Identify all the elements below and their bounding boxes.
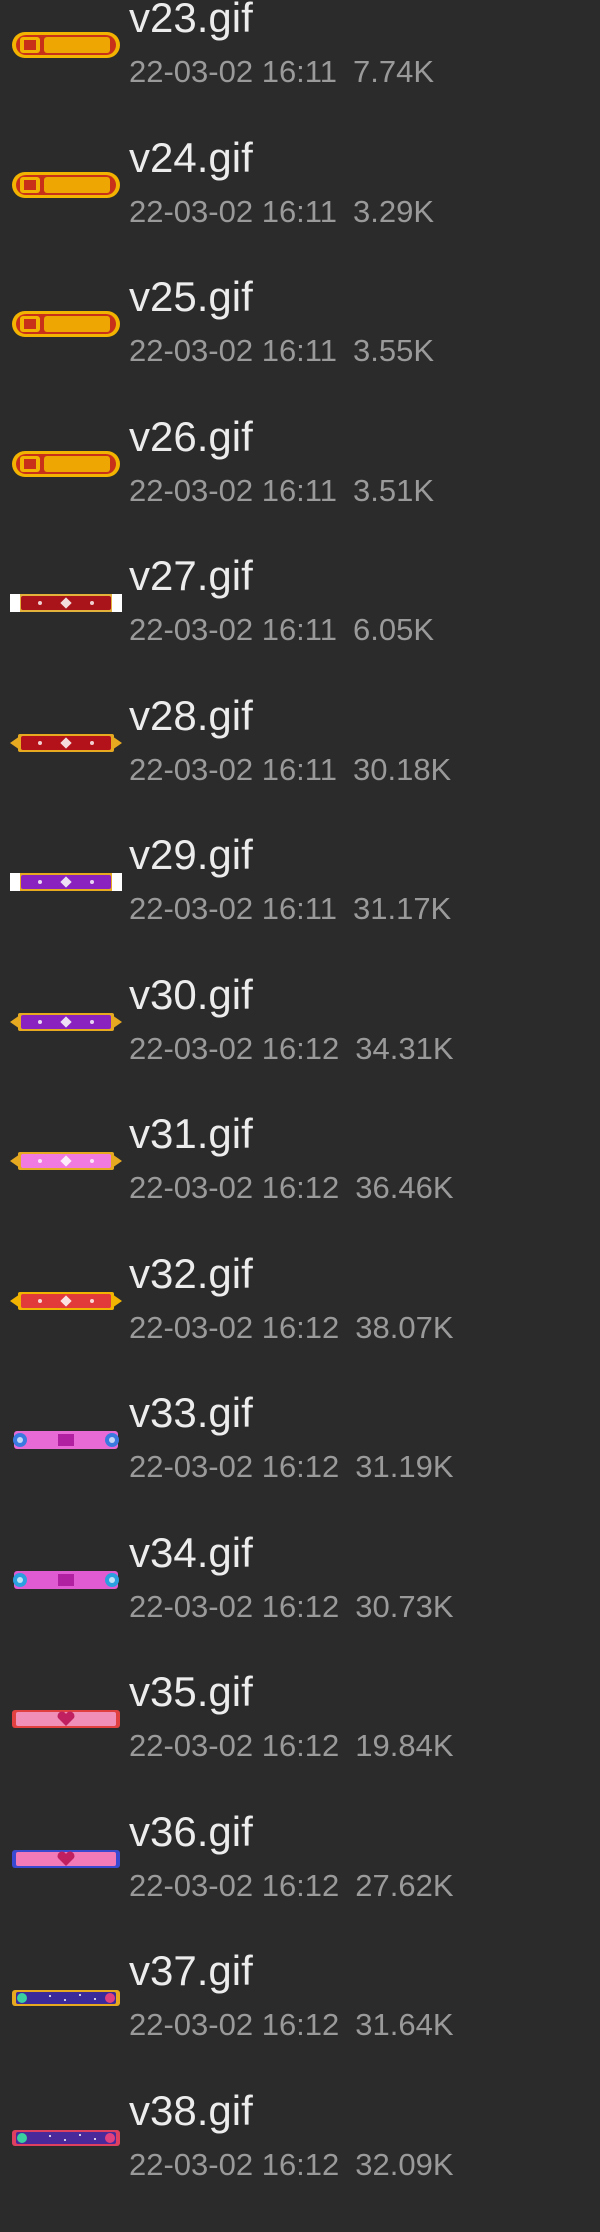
file-size: 7.74K [353,54,434,89]
file-date: 22-03-02 16:12 [129,1868,339,1903]
file-meta: 22-03-02 16:11 3.51K [129,473,434,509]
file-date: 22-03-02 16:12 [129,1031,339,1066]
file-meta: 22-03-02 16:12 30.73K [129,1589,454,1625]
file-meta: 22-03-02 16:12 31.64K [129,2007,454,2043]
file-row[interactable]: v29.gif22-03-02 16:1131.17K [0,837,600,977]
file-size: 30.18K [353,752,451,787]
file-meta: 22-03-02 16:11 30.18K [129,752,451,788]
file-date: 22-03-02 16:11 [129,612,337,647]
file-meta: 22-03-02 16:12 27.62K [129,1868,454,1904]
file-meta: 22-03-02 16:12 31.19K [129,1449,454,1485]
file-date: 22-03-02 16:11 [129,54,337,89]
gif-thumbnail [10,867,122,897]
file-name: v26.gif [129,413,253,461]
file-row[interactable]: v36.gif22-03-02 16:1227.62K [0,1814,600,1954]
file-name: v36.gif [129,1808,253,1856]
file-date: 22-03-02 16:11 [129,891,337,926]
file-size: 31.64K [355,2007,453,2042]
file-name: v31.gif [129,1110,253,1158]
file-meta: 22-03-02 16:11 3.55K [129,333,434,369]
file-name: v34.gif [129,1529,253,1577]
gif-thumbnail [10,309,122,339]
file-meta: 22-03-02 16:12 19.84K [129,1728,454,1764]
file-name: v37.gif [129,1947,253,1995]
gif-thumbnail [10,2123,122,2153]
gif-thumbnail [10,1565,122,1595]
file-size: 30.73K [355,1589,453,1624]
file-row[interactable]: v37.gif22-03-02 16:1231.64K [0,1953,600,2093]
file-meta: 22-03-02 16:11 7.74K [129,54,434,90]
file-date: 22-03-02 16:12 [129,1449,339,1484]
file-meta: 22-03-02 16:12 38.07K [129,1310,454,1346]
file-size: 31.17K [353,891,451,926]
file-row[interactable]: v38.gif22-03-02 16:1232.09K [0,2093,600,2232]
file-name: v30.gif [129,971,253,1019]
gif-thumbnail [10,588,122,618]
file-row[interactable]: v34.gif22-03-02 16:1230.73K [0,1535,600,1675]
file-row[interactable]: v24.gif22-03-02 16:113.29K [0,140,600,280]
file-meta: 22-03-02 16:11 31.17K [129,891,451,927]
file-date: 22-03-02 16:12 [129,1589,339,1624]
file-row[interactable]: v25.gif22-03-02 16:113.55K [0,279,600,419]
file-name: v33.gif [129,1389,253,1437]
file-date: 22-03-02 16:11 [129,333,337,368]
file-size: 31.19K [355,1449,453,1484]
gif-thumbnail [10,1425,122,1455]
file-meta: 22-03-02 16:12 34.31K [129,1031,454,1067]
file-name: v35.gif [129,1668,253,1716]
file-size: 34.31K [355,1031,453,1066]
file-size: 6.05K [353,612,434,647]
file-name: v29.gif [129,831,253,879]
gif-thumbnail [10,1146,122,1176]
gif-thumbnail [10,1286,122,1316]
file-row[interactable]: v31.gif22-03-02 16:1236.46K [0,1116,600,1256]
gif-thumbnail [10,449,122,479]
file-date: 22-03-02 16:11 [129,194,337,229]
file-row[interactable]: v35.gif22-03-02 16:1219.84K [0,1674,600,1814]
file-row[interactable]: v32.gif22-03-02 16:1238.07K [0,1256,600,1396]
file-meta: 22-03-02 16:11 3.29K [129,194,434,230]
gif-thumbnail [10,30,122,60]
gif-thumbnail [10,1844,122,1874]
file-name: v27.gif [129,552,253,600]
file-date: 22-03-02 16:12 [129,1170,339,1205]
file-name: v38.gif [129,2087,253,2135]
file-size: 3.29K [353,194,434,229]
file-name: v25.gif [129,273,253,321]
gif-thumbnail [10,1983,122,2013]
file-size: 36.46K [355,1170,453,1205]
file-row[interactable]: v23.gif 22-03-02 16:11 7.74K [0,0,600,140]
file-date: 22-03-02 16:12 [129,1310,339,1345]
file-date: 22-03-02 16:11 [129,752,337,787]
file-name: v23.gif [129,0,253,42]
file-row[interactable]: v27.gif22-03-02 16:116.05K [0,558,600,698]
file-meta: 22-03-02 16:12 32.09K [129,2147,454,2183]
file-size: 3.51K [353,473,434,508]
file-meta: 22-03-02 16:11 6.05K [129,612,434,648]
gif-thumbnail [10,1704,122,1734]
gif-thumbnail [10,1007,122,1037]
file-date: 22-03-02 16:12 [129,2007,339,2042]
file-size: 38.07K [355,1310,453,1345]
gif-thumbnail [10,170,122,200]
file-size: 19.84K [355,1728,453,1763]
file-name: v32.gif [129,1250,253,1298]
file-size: 3.55K [353,333,434,368]
file-row[interactable]: v33.gif22-03-02 16:1231.19K [0,1395,600,1535]
file-row[interactable]: v26.gif22-03-02 16:113.51K [0,419,600,559]
gif-thumbnail [10,728,122,758]
file-size: 27.62K [355,1868,453,1903]
file-date: 22-03-02 16:12 [129,2147,339,2182]
file-meta: 22-03-02 16:12 36.46K [129,1170,454,1206]
file-size: 32.09K [355,2147,453,2182]
file-date: 22-03-02 16:12 [129,1728,339,1763]
file-row[interactable]: v30.gif22-03-02 16:1234.31K [0,977,600,1117]
file-row[interactable]: v28.gif22-03-02 16:1130.18K [0,698,600,838]
file-name: v24.gif [129,134,253,182]
file-name: v28.gif [129,692,253,740]
file-date: 22-03-02 16:11 [129,473,337,508]
